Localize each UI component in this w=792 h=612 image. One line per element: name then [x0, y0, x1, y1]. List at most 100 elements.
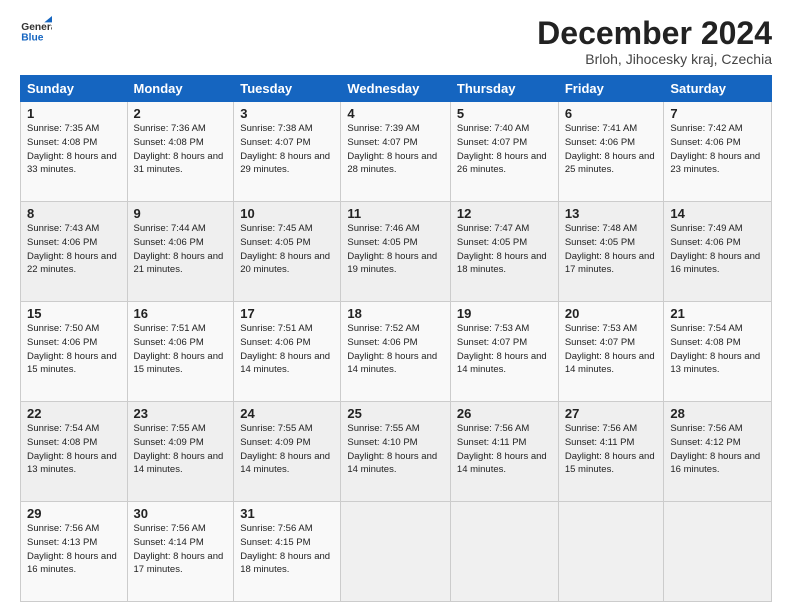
week-row-2: 8 Sunrise: 7:43 AMSunset: 4:06 PMDayligh… [21, 202, 772, 302]
calendar-cell: 3 Sunrise: 7:38 AMSunset: 4:07 PMDayligh… [234, 102, 341, 202]
calendar-cell: 15 Sunrise: 7:50 AMSunset: 4:06 PMDaylig… [21, 302, 128, 402]
calendar-cell: 30 Sunrise: 7:56 AMSunset: 4:14 PMDaylig… [127, 502, 234, 602]
day-info: Sunrise: 7:48 AMSunset: 4:05 PMDaylight:… [565, 222, 658, 277]
day-number: 4 [347, 106, 444, 121]
calendar-cell: 2 Sunrise: 7:36 AMSunset: 4:08 PMDayligh… [127, 102, 234, 202]
header-row: Sunday Monday Tuesday Wednesday Thursday… [21, 76, 772, 102]
col-wednesday: Wednesday [341, 76, 451, 102]
day-info: Sunrise: 7:35 AMSunset: 4:08 PMDaylight:… [27, 122, 121, 177]
day-number: 10 [240, 206, 334, 221]
day-number: 30 [134, 506, 228, 521]
col-sunday: Sunday [21, 76, 128, 102]
calendar-cell: 16 Sunrise: 7:51 AMSunset: 4:06 PMDaylig… [127, 302, 234, 402]
day-info: Sunrise: 7:39 AMSunset: 4:07 PMDaylight:… [347, 122, 444, 177]
day-number: 17 [240, 306, 334, 321]
calendar-cell: 9 Sunrise: 7:44 AMSunset: 4:06 PMDayligh… [127, 202, 234, 302]
day-number: 26 [457, 406, 552, 421]
day-number: 5 [457, 106, 552, 121]
col-tuesday: Tuesday [234, 76, 341, 102]
day-number: 21 [670, 306, 765, 321]
day-number: 18 [347, 306, 444, 321]
day-info: Sunrise: 7:47 AMSunset: 4:05 PMDaylight:… [457, 222, 552, 277]
day-info: Sunrise: 7:56 AMSunset: 4:14 PMDaylight:… [134, 522, 228, 577]
calendar-cell: 12 Sunrise: 7:47 AMSunset: 4:05 PMDaylig… [450, 202, 558, 302]
page-subtitle: Brloh, Jihocesky kraj, Czechia [537, 51, 772, 67]
day-info: Sunrise: 7:54 AMSunset: 4:08 PMDaylight:… [670, 322, 765, 377]
day-info: Sunrise: 7:42 AMSunset: 4:06 PMDaylight:… [670, 122, 765, 177]
day-info: Sunrise: 7:56 AMSunset: 4:15 PMDaylight:… [240, 522, 334, 577]
day-info: Sunrise: 7:55 AMSunset: 4:09 PMDaylight:… [134, 422, 228, 477]
day-info: Sunrise: 7:46 AMSunset: 4:05 PMDaylight:… [347, 222, 444, 277]
calendar-cell: 24 Sunrise: 7:55 AMSunset: 4:09 PMDaylig… [234, 402, 341, 502]
day-info: Sunrise: 7:53 AMSunset: 4:07 PMDaylight:… [565, 322, 658, 377]
day-info: Sunrise: 7:44 AMSunset: 4:06 PMDaylight:… [134, 222, 228, 277]
col-saturday: Saturday [664, 76, 772, 102]
svg-text:General: General [21, 22, 52, 33]
day-info: Sunrise: 7:43 AMSunset: 4:06 PMDaylight:… [27, 222, 121, 277]
calendar-cell: 20 Sunrise: 7:53 AMSunset: 4:07 PMDaylig… [558, 302, 664, 402]
calendar-cell [664, 502, 772, 602]
calendar-cell [558, 502, 664, 602]
day-info: Sunrise: 7:55 AMSunset: 4:09 PMDaylight:… [240, 422, 334, 477]
calendar-cell: 10 Sunrise: 7:45 AMSunset: 4:05 PMDaylig… [234, 202, 341, 302]
logo: General Blue [20, 16, 52, 48]
calendar-cell: 28 Sunrise: 7:56 AMSunset: 4:12 PMDaylig… [664, 402, 772, 502]
day-info: Sunrise: 7:40 AMSunset: 4:07 PMDaylight:… [457, 122, 552, 177]
calendar-cell: 17 Sunrise: 7:51 AMSunset: 4:06 PMDaylig… [234, 302, 341, 402]
col-thursday: Thursday [450, 76, 558, 102]
svg-text:Blue: Blue [21, 32, 43, 43]
day-number: 7 [670, 106, 765, 121]
title-block: December 2024 Brloh, Jihocesky kraj, Cze… [537, 16, 772, 67]
calendar-cell: 6 Sunrise: 7:41 AMSunset: 4:06 PMDayligh… [558, 102, 664, 202]
day-info: Sunrise: 7:38 AMSunset: 4:07 PMDaylight:… [240, 122, 334, 177]
day-info: Sunrise: 7:56 AMSunset: 4:13 PMDaylight:… [27, 522, 121, 577]
calendar-cell: 11 Sunrise: 7:46 AMSunset: 4:05 PMDaylig… [341, 202, 451, 302]
day-info: Sunrise: 7:56 AMSunset: 4:11 PMDaylight:… [565, 422, 658, 477]
day-number: 24 [240, 406, 334, 421]
day-number: 31 [240, 506, 334, 521]
day-number: 2 [134, 106, 228, 121]
calendar-cell: 21 Sunrise: 7:54 AMSunset: 4:08 PMDaylig… [664, 302, 772, 402]
calendar-cell: 29 Sunrise: 7:56 AMSunset: 4:13 PMDaylig… [21, 502, 128, 602]
day-number: 23 [134, 406, 228, 421]
calendar-cell: 7 Sunrise: 7:42 AMSunset: 4:06 PMDayligh… [664, 102, 772, 202]
calendar-cell: 27 Sunrise: 7:56 AMSunset: 4:11 PMDaylig… [558, 402, 664, 502]
day-number: 1 [27, 106, 121, 121]
calendar-cell: 22 Sunrise: 7:54 AMSunset: 4:08 PMDaylig… [21, 402, 128, 502]
week-row-1: 1 Sunrise: 7:35 AMSunset: 4:08 PMDayligh… [21, 102, 772, 202]
header: General Blue December 2024 Brloh, Jihoce… [20, 16, 772, 67]
day-number: 8 [27, 206, 121, 221]
week-row-5: 29 Sunrise: 7:56 AMSunset: 4:13 PMDaylig… [21, 502, 772, 602]
calendar-cell: 13 Sunrise: 7:48 AMSunset: 4:05 PMDaylig… [558, 202, 664, 302]
day-info: Sunrise: 7:56 AMSunset: 4:12 PMDaylight:… [670, 422, 765, 477]
calendar-cell: 31 Sunrise: 7:56 AMSunset: 4:15 PMDaylig… [234, 502, 341, 602]
day-info: Sunrise: 7:53 AMSunset: 4:07 PMDaylight:… [457, 322, 552, 377]
calendar-table: Sunday Monday Tuesday Wednesday Thursday… [20, 75, 772, 602]
day-info: Sunrise: 7:50 AMSunset: 4:06 PMDaylight:… [27, 322, 121, 377]
calendar-cell: 19 Sunrise: 7:53 AMSunset: 4:07 PMDaylig… [450, 302, 558, 402]
day-number: 12 [457, 206, 552, 221]
calendar-cell [341, 502, 451, 602]
calendar-cell: 18 Sunrise: 7:52 AMSunset: 4:06 PMDaylig… [341, 302, 451, 402]
col-monday: Monday [127, 76, 234, 102]
day-number: 11 [347, 206, 444, 221]
day-number: 14 [670, 206, 765, 221]
day-number: 27 [565, 406, 658, 421]
day-number: 16 [134, 306, 228, 321]
logo-icon: General Blue [20, 16, 52, 48]
calendar-cell: 23 Sunrise: 7:55 AMSunset: 4:09 PMDaylig… [127, 402, 234, 502]
day-info: Sunrise: 7:56 AMSunset: 4:11 PMDaylight:… [457, 422, 552, 477]
day-info: Sunrise: 7:52 AMSunset: 4:06 PMDaylight:… [347, 322, 444, 377]
day-number: 15 [27, 306, 121, 321]
day-info: Sunrise: 7:51 AMSunset: 4:06 PMDaylight:… [134, 322, 228, 377]
day-info: Sunrise: 7:49 AMSunset: 4:06 PMDaylight:… [670, 222, 765, 277]
calendar-cell: 14 Sunrise: 7:49 AMSunset: 4:06 PMDaylig… [664, 202, 772, 302]
day-number: 13 [565, 206, 658, 221]
day-info: Sunrise: 7:55 AMSunset: 4:10 PMDaylight:… [347, 422, 444, 477]
week-row-4: 22 Sunrise: 7:54 AMSunset: 4:08 PMDaylig… [21, 402, 772, 502]
col-friday: Friday [558, 76, 664, 102]
day-number: 6 [565, 106, 658, 121]
day-info: Sunrise: 7:51 AMSunset: 4:06 PMDaylight:… [240, 322, 334, 377]
day-number: 20 [565, 306, 658, 321]
day-info: Sunrise: 7:54 AMSunset: 4:08 PMDaylight:… [27, 422, 121, 477]
